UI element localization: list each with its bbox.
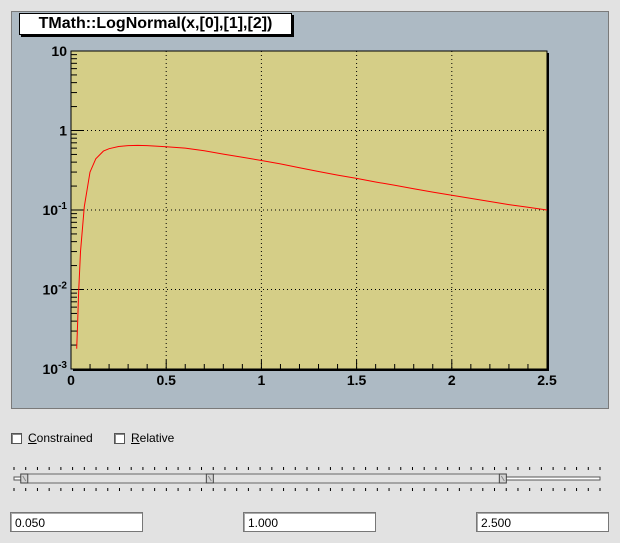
- x-tick-label: 0.5: [156, 372, 176, 388]
- x-tick-label: 1.5: [347, 372, 367, 388]
- relative-checkbox[interactable]: [114, 432, 125, 444]
- plot-area[interactable]: 0 0.5 1 1.5 2 2.5 10-3 10-2 10-1 1 10: [12, 12, 608, 408]
- max-value-field[interactable]: 2.500: [476, 512, 609, 532]
- constrained-checkbox[interactable]: [11, 432, 22, 444]
- range-slider[interactable]: [10, 464, 604, 494]
- plot-title: TMath::LogNormal(x,[0],[1],[2]): [19, 13, 292, 35]
- y-tick-label: 10-2: [43, 281, 68, 298]
- min-value-field[interactable]: 0.050: [10, 512, 143, 532]
- y-tick-label: 10-3: [43, 360, 68, 377]
- y-tick-label: 10-1: [43, 201, 68, 218]
- mid-value-field[interactable]: 1.000: [243, 512, 376, 532]
- y-tick-label: 10: [51, 43, 67, 59]
- x-tick-label: 0: [67, 372, 75, 388]
- constrained-option[interactable]: Constrained: [11, 431, 93, 445]
- canvas-pad[interactable]: 0 0.5 1 1.5 2 2.5 10-3 10-2 10-1 1 10: [11, 11, 609, 409]
- relative-option[interactable]: Relative: [114, 431, 174, 445]
- x-tick-label: 1: [258, 372, 266, 388]
- relative-label[interactable]: Relative: [131, 431, 174, 445]
- x-tick-label: 2.5: [537, 372, 557, 388]
- constrained-label[interactable]: Constrained: [28, 431, 93, 445]
- y-tick-label: 1: [59, 123, 67, 139]
- slider-range-bar[interactable]: [23, 473, 503, 484]
- x-tick-label: 2: [448, 372, 456, 388]
